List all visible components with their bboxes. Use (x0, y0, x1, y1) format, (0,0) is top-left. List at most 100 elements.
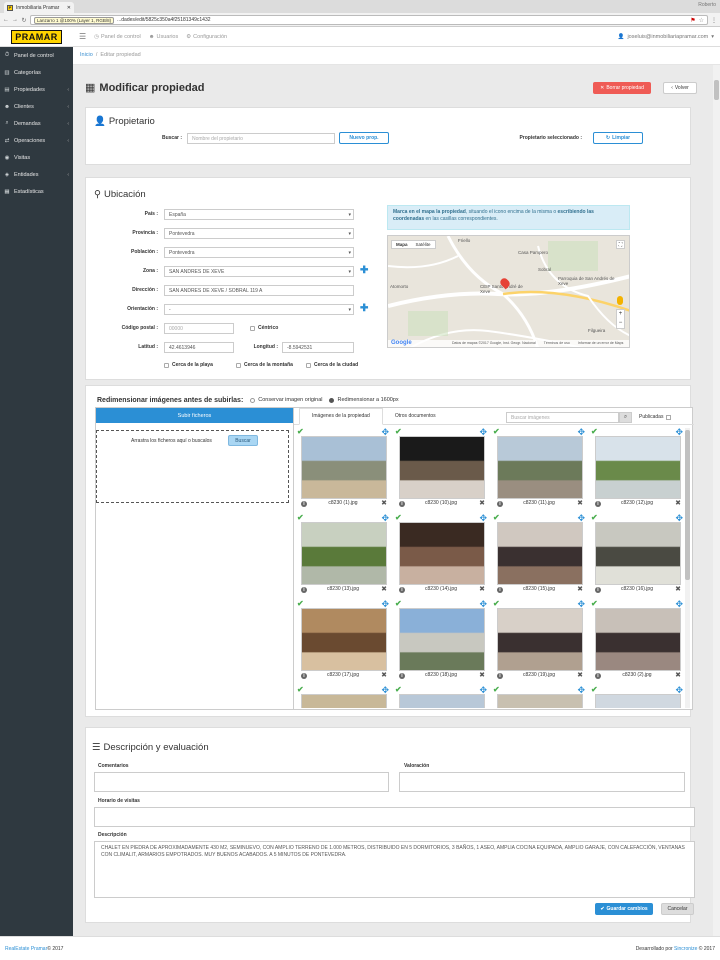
published-check-icon[interactable]: ✔ (395, 600, 402, 608)
address-input[interactable]: SAN ANDRES DE XEVE / SOBRAL 119 A (164, 285, 354, 296)
image-card[interactable]: ✔ ✥ i c8230 (18).jpg ✖ (395, 600, 487, 682)
clear-owner-button[interactable]: ↻ Limpiar (593, 132, 643, 144)
info-icon[interactable]: i (301, 587, 307, 593)
rating-textarea[interactable] (399, 772, 685, 792)
image-card[interactable]: ✔✥i✖ (493, 686, 585, 708)
image-card[interactable]: ✔ ✥ i c8230 (19).jpg ✖ (493, 600, 585, 682)
browser-tab[interactable]: P Inmobiliaria Pramar ✕ (4, 2, 74, 13)
map-zoom-control[interactable]: + − (616, 309, 625, 329)
sidebar-item-propiedades[interactable]: ▤ Propiedades ‹ (0, 81, 73, 98)
image-card[interactable]: ✔✥i✖ (591, 686, 683, 708)
sidebar-item-entidades[interactable]: ◈ Entidades ‹ (0, 166, 73, 183)
published-check-icon[interactable]: ✔ (395, 514, 402, 522)
browse-files-button[interactable]: Buscar (228, 435, 258, 446)
info-icon[interactable]: i (399, 673, 405, 679)
gallery-scrollbar[interactable] (685, 428, 690, 708)
info-icon[interactable]: i (301, 673, 307, 679)
image-card[interactable]: ✔ ✥ i c8230 (10).jpg ✖ (395, 428, 487, 510)
image-card[interactable]: ✔✥i✖ (395, 686, 487, 708)
property-photo[interactable] (595, 694, 681, 708)
delete-icon[interactable]: ✖ (675, 586, 681, 593)
info-icon[interactable]: i (301, 501, 307, 507)
info-icon[interactable]: i (497, 673, 503, 679)
footer-developer-link[interactable]: Sincronize (674, 946, 697, 952)
delete-icon[interactable]: ✖ (479, 500, 485, 507)
delete-property-button[interactable]: ✕ Borrar propiedad (593, 82, 651, 94)
info-icon[interactable]: i (399, 501, 405, 507)
published-check-icon[interactable]: ✔ (591, 600, 598, 608)
image-card[interactable]: ✔ ✥ i c8230 (16).jpg ✖ (591, 514, 683, 596)
image-card[interactable]: ✔ ✥ i c8230 (12).jpg ✖ (591, 428, 683, 510)
address-bar[interactable]: Lanzarro 1 @100% (Layer 1, RGB/8) ...dad… (30, 15, 708, 25)
published-check-icon[interactable]: ✔ (395, 428, 402, 436)
sidebar-item-panel-de-control[interactable]: ⏱ Panel de control (0, 47, 73, 64)
comments-textarea[interactable] (94, 772, 389, 792)
resize-1600-radio[interactable]: Redimensionar a 1600px (329, 397, 399, 403)
delete-icon[interactable]: ✖ (675, 672, 681, 679)
image-card[interactable]: ✔ ✥ i c8230 (13).jpg ✖ (297, 514, 389, 596)
property-photo[interactable] (399, 436, 485, 499)
published-check-icon[interactable]: ✔ (493, 686, 500, 694)
image-card[interactable]: ✔ ✥ i c8230 (15).jpg ✖ (493, 514, 585, 596)
dropzone[interactable]: Arrastra los ficheros aquí o buscalos Bu… (96, 430, 289, 503)
property-photo[interactable] (399, 608, 485, 671)
delete-icon[interactable]: ✖ (381, 672, 387, 679)
bookmark-star-icon[interactable]: ☆ (699, 17, 704, 24)
visit-hours-textarea[interactable] (94, 807, 695, 827)
central-checkbox[interactable]: Céntrico (250, 325, 278, 331)
menu-icon[interactable]: ⋮ (711, 17, 717, 24)
topnav-panel[interactable]: ◷ Panel de control (94, 34, 141, 40)
delete-icon[interactable]: ✖ (479, 586, 485, 593)
fullscreen-icon[interactable]: ⛶ (616, 240, 625, 249)
published-filter[interactable]: Publicadas (639, 414, 672, 420)
map-footer-terms[interactable]: Términos de uso (544, 341, 570, 346)
scrollbar-thumb[interactable] (685, 430, 690, 580)
delete-icon[interactable]: ✖ (577, 500, 583, 507)
sidebar-item-operaciones[interactable]: ⇄ Operaciones ‹ (0, 132, 73, 149)
property-photo[interactable] (595, 436, 681, 499)
property-photo[interactable] (595, 608, 681, 671)
tab-property-images[interactable]: Imágenes de la propiedad (299, 407, 383, 425)
hamburger-icon[interactable]: ☰ (79, 32, 86, 41)
page-scrollbar[interactable] (713, 65, 720, 936)
sidebar-item-estadisticas[interactable]: ▦ Estadísticas (0, 183, 73, 200)
scrollbar-thumb[interactable] (714, 80, 719, 100)
sidebar-item-clientes[interactable]: ☻ Clientes ‹ (0, 98, 73, 115)
topnav-usuarios[interactable]: ☻ Usuarios (149, 34, 179, 40)
cancel-button[interactable]: Cancelar (661, 903, 694, 915)
reload-icon[interactable]: ↻ (21, 17, 27, 24)
property-photo[interactable] (497, 436, 583, 499)
published-check-icon[interactable]: ✔ (297, 686, 304, 694)
delete-icon[interactable]: ✖ (381, 500, 387, 507)
delete-icon[interactable]: ✖ (675, 500, 681, 507)
postal-code-input[interactable]: 00000 (164, 323, 234, 334)
image-search-input[interactable]: Buscar imágenes (506, 412, 619, 423)
town-select[interactable]: Pontevedra (164, 247, 354, 258)
published-check-icon[interactable]: ✔ (493, 428, 500, 436)
logo[interactable]: PRAMAR (0, 27, 73, 47)
delete-icon[interactable]: ✖ (479, 672, 485, 679)
image-card[interactable]: ✔✥i✖ (297, 686, 389, 708)
upload-tab[interactable]: Subir ficheros (96, 408, 293, 423)
sidebar-item-categorias[interactable]: ▥ Categorías (0, 64, 73, 81)
published-check-icon[interactable]: ✔ (297, 428, 304, 436)
info-icon[interactable]: i (497, 501, 503, 507)
image-card[interactable]: ✔ ✥ i c8230 (2).jpg ✖ (591, 600, 683, 682)
info-icon[interactable]: i (595, 501, 601, 507)
tab-other-documents[interactable]: Otros documentos (383, 408, 448, 425)
property-photo[interactable] (399, 522, 485, 585)
map-type-switch[interactable]: Mapa Satélite (391, 240, 436, 249)
pegman-icon[interactable] (617, 296, 623, 305)
add-orientation-icon[interactable]: ✚ (360, 304, 368, 314)
property-photo[interactable] (595, 522, 681, 585)
near-beach-checkbox[interactable]: Cerca de la playa (164, 362, 213, 368)
image-card[interactable]: ✔ ✥ i c8230 (11).jpg ✖ (493, 428, 585, 510)
published-check-icon[interactable]: ✔ (395, 686, 402, 694)
published-check-icon[interactable]: ✔ (493, 514, 500, 522)
back-icon[interactable]: ← (3, 17, 9, 23)
country-select[interactable]: España (164, 209, 354, 220)
description-textarea[interactable]: CHALET EN PIEDRA DE APROXIMADAMENTE 430 … (94, 841, 695, 898)
info-icon[interactable]: i (399, 587, 405, 593)
footer-brand-link[interactable]: RealEstate Pramar (5, 946, 47, 952)
image-card[interactable]: ✔ ✥ i c8230 (17).jpg ✖ (297, 600, 389, 682)
